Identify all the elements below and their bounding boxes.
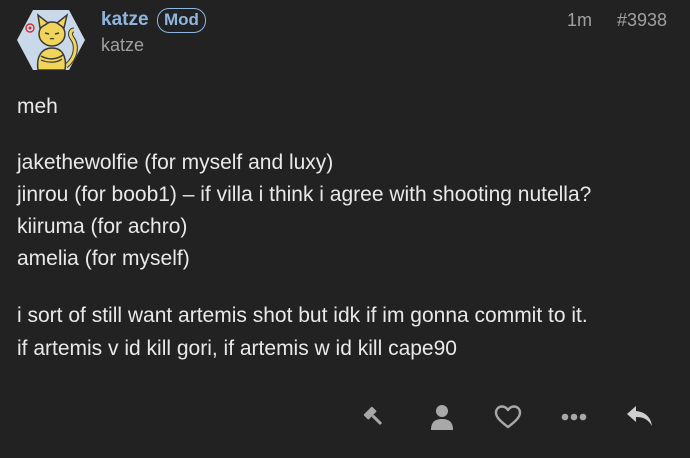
avatar[interactable] (16, 8, 86, 72)
reply-button[interactable] (620, 390, 660, 444)
post-line: meh (17, 95, 58, 118)
user-icon (431, 405, 453, 430)
post-actions (0, 390, 690, 444)
user-button[interactable] (422, 390, 462, 444)
post: katze Mod katze 1m #3938 meh jakethewolf… (0, 0, 690, 458)
flag-icon (363, 406, 382, 425)
post-line: amelia (for myself) (17, 247, 190, 270)
reply-icon (627, 406, 652, 426)
heart-icon (494, 405, 522, 429)
post-line: jinrou (for boob1) – if villa i think i … (17, 183, 592, 206)
more-icon (561, 413, 587, 421)
post-number[interactable]: #3938 (617, 9, 667, 31)
flag-button[interactable] (354, 390, 394, 444)
like-button[interactable] (488, 390, 528, 444)
username[interactable]: katze (101, 8, 149, 32)
more-button[interactable] (554, 390, 594, 444)
post-line: kiiruma (for achro) (17, 215, 188, 238)
moderator-badge: Mod (157, 8, 206, 33)
post-time[interactable]: 1m (567, 9, 592, 31)
post-line: jakethewolfie (for myself and luxy) (17, 151, 334, 174)
post-line: if artemis v id kill gori, if artemis w … (17, 337, 457, 360)
user-title: katze (101, 35, 145, 55)
post-line: i sort of still want artemis shot but id… (17, 304, 588, 327)
avatar-image (17, 10, 85, 70)
